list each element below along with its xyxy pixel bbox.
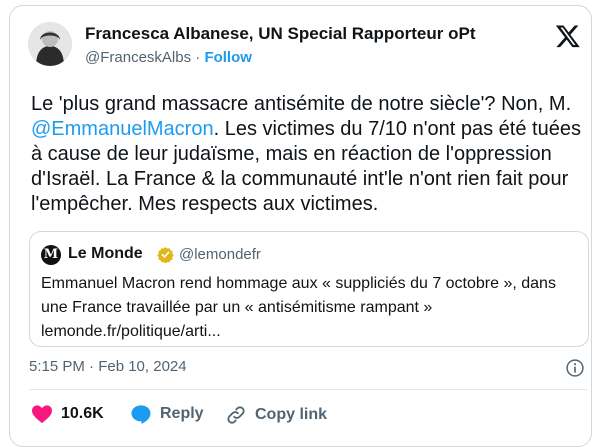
link-icon (227, 406, 245, 424)
author-handle-row: @FranceskAlbs · Follow (85, 49, 252, 66)
author-name[interactable]: Francesca Albanese, UN Special Rapporteu… (85, 24, 476, 44)
tweet-timestamp[interactable]: 5:15 PM · Feb 10, 2024 (29, 358, 187, 375)
quoted-avatar: M (41, 245, 61, 265)
x-logo-icon[interactable] (555, 23, 581, 49)
quoted-text: Emmanuel Macron rend hommage aux « suppl… (41, 275, 556, 340)
like-button[interactable]: 10.6K (31, 404, 104, 424)
separator-dot: · (195, 49, 201, 66)
author-avatar[interactable] (28, 22, 72, 66)
info-icon[interactable] (565, 358, 585, 378)
heart-icon (32, 405, 52, 424)
like-count: 10.6K (61, 405, 104, 422)
verified-badge-icon (157, 247, 174, 263)
author-handle[interactable]: @FranceskAlbs (85, 49, 191, 66)
mention-link[interactable]: @EmmanuelMacron (31, 118, 214, 140)
tweet-text: Le 'plus grand massacre antisémite de no… (31, 92, 591, 217)
reply-button[interactable]: Reply (130, 404, 204, 424)
reply-label: Reply (160, 405, 204, 422)
quoted-author-handle: @lemondefr (179, 246, 261, 263)
reply-bubble-icon (131, 405, 151, 424)
tweet-card: Francesca Albanese, UN Special Rapporteu… (9, 5, 592, 447)
follow-button[interactable]: Follow (204, 49, 252, 66)
copy-link-label: Copy link (255, 406, 328, 423)
quoted-tweet[interactable]: M Le Monde @lemondefr Emmanuel Macron re… (29, 231, 589, 347)
action-divider (29, 389, 587, 390)
tweet-text-start: Le 'plus grand massacre antisémite de no… (31, 93, 572, 115)
copy-link-button[interactable]: Copy link (225, 404, 327, 426)
quoted-author-name: Le Monde (68, 245, 143, 262)
